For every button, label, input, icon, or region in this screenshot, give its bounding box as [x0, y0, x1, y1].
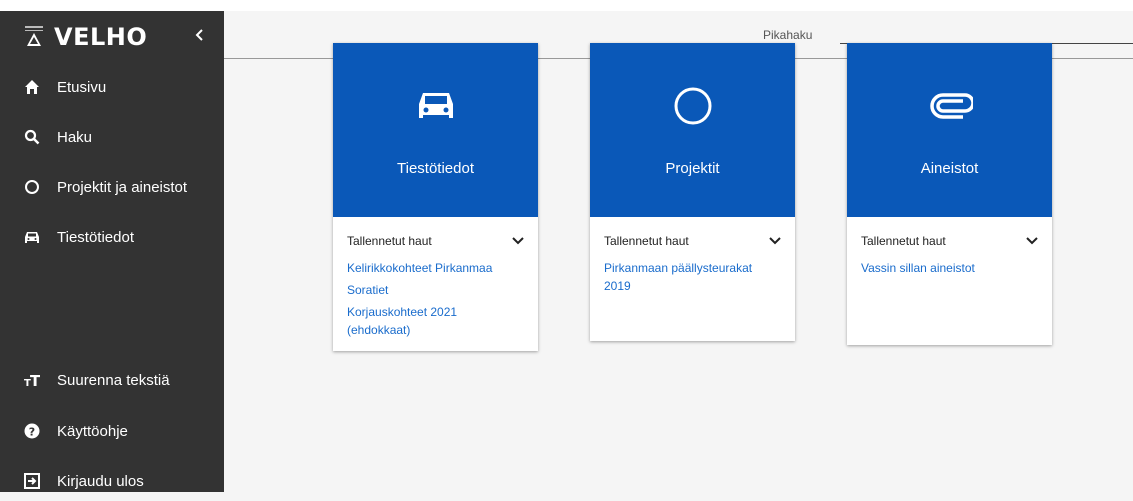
car-icon	[24, 229, 40, 245]
card-tiestotiedot: Tiestötiedot Tallennetut haut Kelirikkok…	[333, 43, 538, 351]
top-strip	[0, 0, 1133, 11]
card-header[interactable]: Projektit	[590, 43, 795, 217]
chevron-down-icon[interactable]	[512, 236, 524, 246]
card-title: Projektit	[665, 160, 720, 177]
card-title: Aineistot	[920, 160, 979, 177]
svg-text:?: ?	[29, 426, 35, 439]
velho-logo-icon	[25, 26, 43, 46]
card-header[interactable]: Aineistot	[847, 43, 1052, 217]
car-icon	[419, 93, 453, 118]
saved-searches-row[interactable]: Tallennetut haut	[604, 217, 781, 265]
saved-search-list: Pirkanmaan päällysteurakat 2019	[604, 259, 781, 335]
paperclip-icon	[930, 93, 973, 119]
card-projektit: Projektit Tallennetut haut Pirkanmaan pä…	[590, 43, 795, 341]
chevron-down-icon[interactable]	[1026, 236, 1038, 246]
chevron-down-icon[interactable]	[769, 236, 781, 246]
saved-searches-row[interactable]: Tallennetut haut	[347, 217, 524, 265]
text-size-icon: TT	[24, 372, 40, 388]
saved-searches-label: Tallennetut haut	[604, 234, 689, 248]
app-title: VELHO	[54, 23, 148, 51]
circle-icon	[674, 87, 712, 125]
saved-search-link[interactable]: Pirkanmaan päällysteurakat 2019	[604, 259, 764, 329]
sidebar-item-tiestotiedot[interactable]: Tiestötiedot	[0, 217, 224, 257]
card-aineistot: Aineistot Tallennetut haut Vassin sillan…	[847, 43, 1052, 345]
circle-icon	[24, 179, 40, 195]
quick-search-label: Pikahaku	[763, 28, 813, 42]
sidebar-item-label: Kirjaudu ulos	[57, 472, 144, 490]
saved-search-link[interactable]: Korjauskohteet 2021 (ehdokkaat)	[347, 303, 487, 339]
collapse-sidebar-button[interactable]	[190, 27, 210, 47]
sidebar-item-label: Käyttöohje	[57, 422, 128, 440]
sidebar-item-label: Suurenna tekstiä	[57, 371, 170, 389]
saved-search-link[interactable]: Soratiet	[347, 281, 524, 299]
sidebar-item-logout[interactable]: Kirjaudu ulos	[0, 461, 224, 501]
sidebar-item-label: Projektit ja aineistot	[57, 178, 188, 196]
sidebar-item-label: Tiestötiedot	[57, 228, 134, 246]
saved-searches-row[interactable]: Tallennetut haut	[861, 217, 1038, 265]
logout-icon	[24, 473, 40, 489]
saved-search-link[interactable]: Vassin sillan aineistot	[861, 259, 1038, 333]
sidebar-item-projektit[interactable]: Projektit ja aineistot	[0, 167, 224, 207]
saved-searches-label: Tallennetut haut	[347, 234, 432, 248]
saved-search-list: Kelirikkokohteet Pirkanmaa Soratiet Korj…	[347, 259, 524, 345]
sidebar-item-etusivu[interactable]: Etusivu	[0, 67, 224, 107]
sidebar-item-haku[interactable]: Haku	[0, 117, 224, 157]
chevron-left-icon	[195, 29, 203, 41]
card-header[interactable]: Tiestötiedot	[333, 43, 538, 217]
card-body: Tallennetut haut Vassin sillan aineistot	[847, 217, 1052, 345]
logo-row: VELHO	[0, 11, 224, 63]
sidebar-item-label: Etusivu	[57, 78, 107, 96]
saved-search-list: Vassin sillan aineistot	[861, 259, 1038, 339]
svg-text:T: T	[30, 372, 40, 388]
card-title: Tiestötiedot	[397, 160, 474, 177]
home-icon	[24, 79, 40, 95]
saved-search-link[interactable]: Kelirikkokohteet Pirkanmaa	[347, 259, 524, 277]
sidebar-item-text-size[interactable]: TT Suurenna tekstiä	[0, 360, 224, 400]
card-body: Tallennetut haut Kelirikkokohteet Pirkan…	[333, 217, 538, 351]
sidebar-item-help[interactable]: ? Käyttöohje	[0, 411, 224, 451]
help-icon: ?	[24, 423, 40, 439]
card-body: Tallennetut haut Pirkanmaan päällysteura…	[590, 217, 795, 341]
search-icon	[24, 129, 40, 145]
sidebar: VELHO Etusivu Haku Projektit ja aineisto…	[0, 11, 224, 492]
sidebar-item-label: Haku	[57, 128, 93, 146]
saved-searches-label: Tallennetut haut	[861, 234, 946, 248]
